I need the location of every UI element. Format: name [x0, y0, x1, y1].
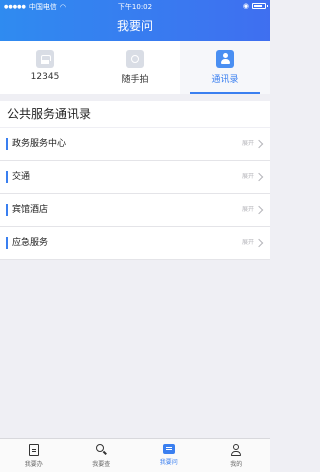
nav-item-do[interactable]: 我要办	[0, 439, 68, 472]
search-icon	[95, 444, 107, 456]
chevron-right-icon	[254, 238, 264, 248]
accent-bar	[6, 237, 8, 249]
list-item[interactable]: 交通 展开	[0, 161, 270, 194]
list-item[interactable]: 宾馆酒店 展开	[0, 194, 270, 227]
expand-label: 展开	[241, 173, 254, 180]
tab-contacts[interactable]: 通讯录	[180, 41, 270, 94]
expand-label: 展开	[241, 239, 254, 246]
accent-bar	[6, 138, 8, 150]
chevron-right-icon	[254, 205, 264, 215]
nav-label: 我的	[230, 461, 243, 468]
accent-bar	[6, 171, 8, 183]
alarm-icon: ◉	[242, 2, 249, 10]
nav-item-ask[interactable]: 我要问	[135, 439, 203, 472]
phone-icon	[36, 50, 54, 68]
chevron-right-icon	[254, 139, 264, 149]
directory-list: 政务服务中心 展开 交通 展开 宾馆酒店 展开 应急服务 展开	[0, 128, 270, 260]
chat-icon	[162, 444, 175, 454]
status-bar: ●●●●● 中国电信 ◠ 下午10:02 ◉	[0, 0, 270, 12]
nav-label: 我要查	[92, 461, 111, 468]
section-title: 公共服务通讯录	[0, 101, 270, 127]
list-item[interactable]: 应急服务 展开	[0, 227, 270, 260]
nav-label: 我要办	[24, 461, 43, 468]
list-item-label: 应急服务	[12, 238, 49, 248]
top-tabs: 12345 随手拍 通讯录	[0, 41, 270, 94]
nav-label: 我要问	[159, 459, 178, 466]
list-item[interactable]: 政务服务中心 展开	[0, 128, 270, 161]
expand-label: 展开	[241, 206, 254, 213]
status-time: 下午10:02	[117, 3, 153, 11]
battery-icon	[252, 3, 268, 9]
list-item-label: 宾馆酒店	[12, 205, 49, 215]
page-title: 我要问	[116, 19, 153, 33]
list-item-label: 交通	[12, 172, 31, 182]
tab-label: 随手拍	[121, 75, 149, 85]
contacts-icon	[216, 50, 234, 68]
user-icon	[230, 444, 242, 456]
list-item-label: 政务服务中心	[12, 139, 67, 149]
accent-bar	[6, 204, 8, 216]
tab-label: 通讯录	[211, 75, 239, 85]
camera-icon	[126, 50, 144, 68]
bottom-nav: 我要办 我要查 我要问 我的	[0, 438, 270, 472]
tab-label: 12345	[30, 72, 60, 82]
tab-snapshot[interactable]: 随手拍	[90, 41, 180, 94]
nav-item-mine[interactable]: 我的	[203, 439, 271, 472]
tab-12345[interactable]: 12345	[0, 41, 90, 94]
document-icon	[28, 444, 39, 456]
nav-item-search[interactable]: 我要查	[68, 439, 136, 472]
chevron-right-icon	[254, 172, 264, 182]
app-header: ●●●●● 中国电信 ◠ 下午10:02 ◉ 我要问	[0, 0, 270, 41]
expand-label: 展开	[241, 140, 254, 147]
